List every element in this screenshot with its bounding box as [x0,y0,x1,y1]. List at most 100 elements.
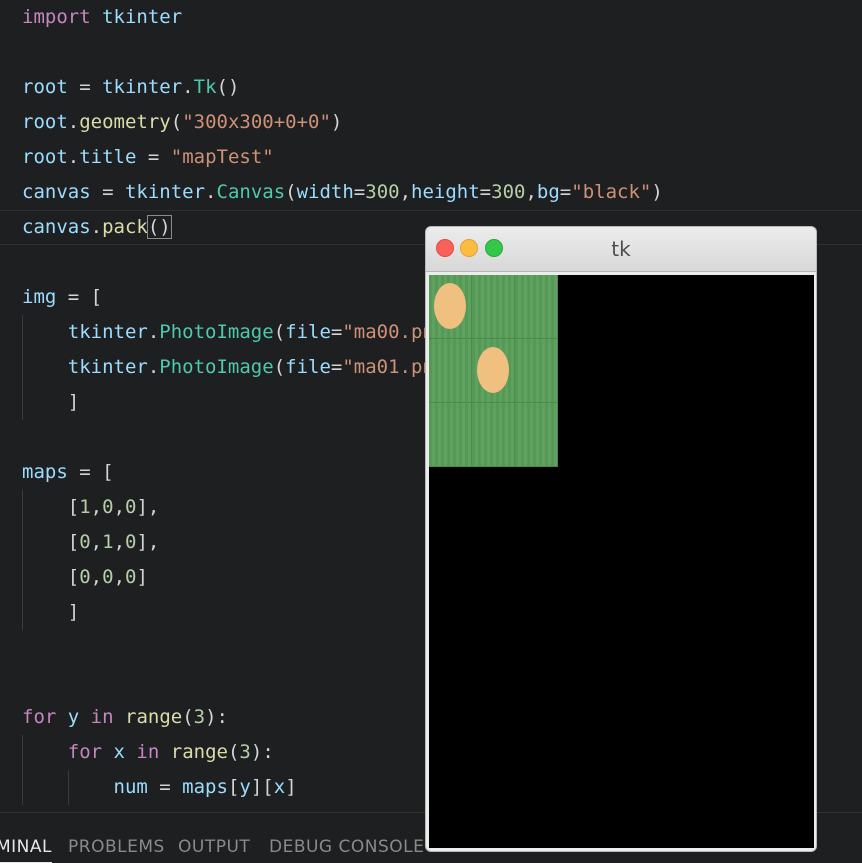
code-line: import tkinter [22,0,182,35]
code-token: in [136,741,160,763]
tab-problems[interactable]: PROBLEMS [68,837,165,857]
code-token: width [296,181,354,203]
code-token: 1 [79,496,91,518]
code-line: num = maps[y][x] [22,770,297,805]
code-token: ] [136,566,148,588]
code-token: import [22,6,91,28]
code-token: ( [273,321,286,343]
code-token: () [146,215,172,239]
code-token: x [273,776,286,798]
code-line: tkinter.PhotoImage(file="ma00.png"), [22,315,480,350]
indent-guide [68,770,70,805]
code-token: [ [227,776,240,798]
code-token: = [353,181,366,203]
grass-texture [429,339,471,402]
code-token: Tk [193,76,217,98]
code-token: . [147,356,160,378]
code-token: y [56,706,91,728]
code-token: [ [22,496,80,518]
indent-guide [22,315,23,350]
code-token: [ [22,531,80,553]
tk-canvas[interactable] [429,275,814,848]
code-token: , [90,496,103,518]
code-token: canvas [22,216,91,238]
code-token: . [182,76,194,98]
code-token: root [22,146,68,168]
code-token: = [147,776,183,798]
code-token: pack [102,216,148,238]
code-token: img [22,286,57,308]
code-token: 3 [239,741,251,763]
map-tile-sand [429,275,472,339]
tab-debug-console[interactable]: DEBUG CONSOLE [269,837,424,857]
code-token: ] [22,601,80,623]
code-token: ][ [250,776,274,798]
code-line: for y in range(3): [22,700,228,735]
code-token: y [239,776,251,798]
code-token: = [ [56,286,103,308]
code-line: maps = [ [22,455,114,490]
code-token: = [67,76,103,98]
code-token: . [147,321,160,343]
tk-titlebar[interactable]: tk [426,227,816,272]
sand-patch-icon [477,347,509,393]
code-token: . [90,216,103,238]
code-token: () [216,76,240,98]
code-token: = [ [67,461,114,483]
code-token: ) [330,111,343,133]
tab-terminal[interactable]: MINAL [0,837,52,863]
code-token: ], [136,496,160,518]
code-token: "300x300+0+0" [182,111,331,133]
code-token: PhotoImage [159,356,274,378]
code-token: range [170,741,228,763]
code-line: [0,0,0] [22,560,148,595]
code-token: ): [205,706,228,728]
tk-window[interactable]: tk [425,226,817,852]
indent-guide [22,350,23,385]
code-line: root.geometry("300x300+0+0") [22,105,342,140]
code-token: , [90,566,103,588]
code-token: tkinter [90,6,183,28]
indent-guide [22,770,23,805]
grass-texture [515,275,557,338]
code-token: Canvas [216,181,286,203]
code-token: = [330,356,343,378]
indent-guide [22,525,23,560]
indent-guide [22,595,23,630]
code-token: ] [285,776,297,798]
code-token: height [411,181,480,203]
code-line: tkinter.PhotoImage(file="ma01.png") [22,350,468,385]
code-token: 0 [102,566,114,588]
code-token: . [67,111,80,133]
code-token: 300 [365,181,400,203]
code-token: file [285,321,331,343]
code-token: ( [170,111,183,133]
code-token: 1 [102,531,114,553]
code-token: , [399,181,412,203]
code-token: , [113,531,126,553]
code-token: ( [227,741,240,763]
code-line: for x in range(3): [22,735,274,770]
code-token: "mapTest" [170,146,274,168]
code-token: ] [22,391,80,413]
code-token: "black" [571,181,652,203]
map-tile-grass [429,339,472,403]
code-token: in [90,706,114,728]
code-token: = [559,181,572,203]
grass-texture [515,339,557,402]
map-tile-grass [429,403,472,467]
code-line: canvas = tkinter.Canvas(width=300,height… [22,175,663,210]
code-token: , [113,496,126,518]
code-token: bg [536,181,560,203]
code-token: maps [182,776,228,798]
map-tile-grass [472,403,515,467]
code-line: ] [22,595,79,630]
code-line: ] [22,385,79,420]
tab-output[interactable]: OUTPUT [178,837,250,857]
code-token: ) [651,181,663,203]
code-token: , [525,181,537,203]
code-token: 0 [79,566,91,588]
code-token: ( [273,356,286,378]
